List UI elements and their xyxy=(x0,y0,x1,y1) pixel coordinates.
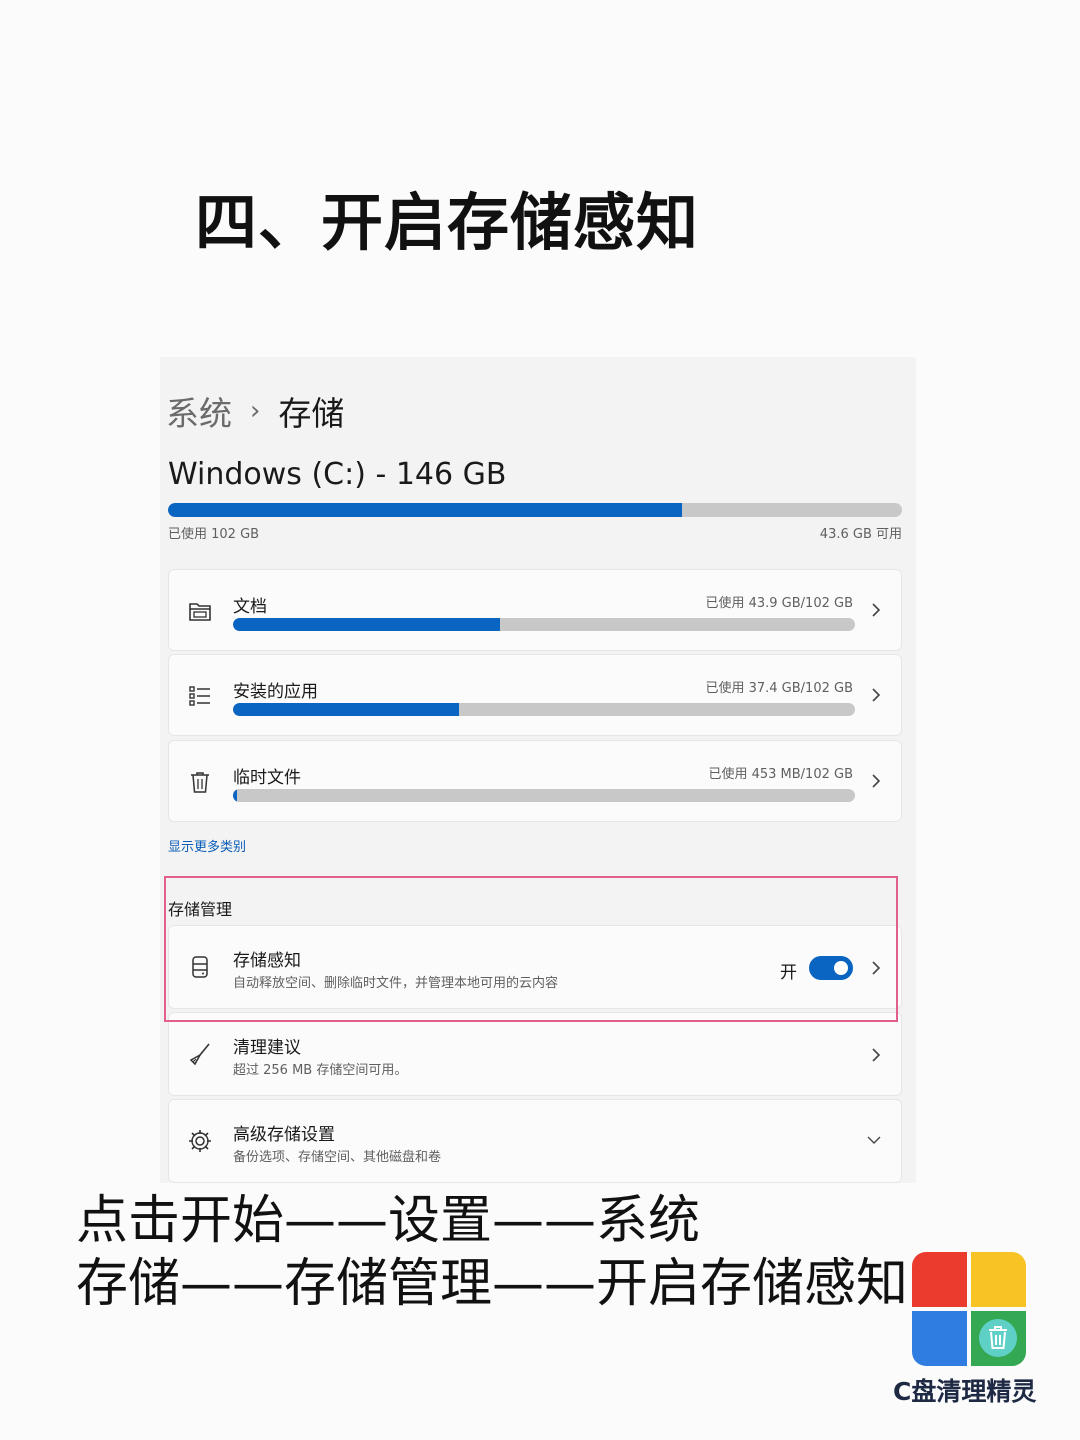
category-usage-bar xyxy=(233,789,855,802)
category-usage: 已使用 37.4 GB/102 GB xyxy=(705,681,853,696)
chevron-down-icon xyxy=(867,1136,881,1144)
storage-drive-icon xyxy=(192,956,208,978)
category-usage-fill xyxy=(233,618,501,631)
settings-panel: 系统 › 存储 Windows (C:) - 146 GB 已使用 102 GB… xyxy=(160,357,916,1183)
category-usage-bar xyxy=(233,618,855,631)
category-usage-fill xyxy=(233,703,459,716)
breadcrumb-separator: › xyxy=(250,396,261,426)
chevron-right-icon xyxy=(872,688,881,702)
advanced-storage-settings-row[interactable]: 高级存储设置 备份选项、存储空间、其他磁盘和卷 xyxy=(168,1099,902,1183)
category-usage: 已使用 453 MB/102 GB xyxy=(708,767,853,782)
breadcrumb-parent[interactable]: 系统 xyxy=(166,387,232,435)
drive-used-text: 已使用 102 GB xyxy=(168,527,260,542)
gear-icon xyxy=(189,1130,211,1152)
category-label: 临时文件 xyxy=(233,768,301,788)
breadcrumb: 系统 › 存储 xyxy=(166,387,344,435)
storage-sense-row[interactable]: 存储感知 自动释放空间、删除临时文件，并管理本地可用的云内容 开 xyxy=(168,925,902,1009)
storage-sense-toggle[interactable] xyxy=(809,956,853,980)
trash-icon xyxy=(191,772,209,793)
category-usage-bar xyxy=(233,703,855,716)
cleaner-logo xyxy=(912,1252,1026,1366)
chevron-right-icon xyxy=(872,1048,881,1062)
instruction-line-2: 存储——存储管理——开启存储感知 xyxy=(76,1254,909,1314)
advanced-title: 高级存储设置 xyxy=(233,1125,335,1145)
category-usage-fill xyxy=(233,789,237,802)
chevron-right-icon xyxy=(872,774,881,788)
drive-title: Windows (C:) - 146 GB xyxy=(168,457,507,492)
broom-icon xyxy=(189,1043,210,1066)
toggle-state-label: 开 xyxy=(780,963,797,983)
cleanup-recommendations-row[interactable]: 清理建议 超过 256 MB 存储空间可用。 xyxy=(168,1012,902,1096)
category-label: 文档 xyxy=(233,597,267,617)
cleanup-title: 清理建议 xyxy=(233,1038,301,1058)
folder-icon xyxy=(189,603,211,621)
category-usage: 已使用 43.9 GB/102 GB xyxy=(705,596,853,611)
category-apps[interactable]: 安装的应用 已使用 37.4 GB/102 GB xyxy=(168,654,902,736)
list-icon xyxy=(189,686,210,706)
show-more-categories-link[interactable]: 显示更多类别 xyxy=(168,836,246,855)
storage-sense-subtitle: 自动释放空间、删除临时文件，并管理本地可用的云内容 xyxy=(233,976,559,991)
cleanup-subtitle: 超过 256 MB 存储空间可用。 xyxy=(233,1063,408,1078)
drive-usage-bar xyxy=(168,503,902,517)
drive-usage-fill xyxy=(168,503,682,517)
advanced-subtitle: 备份选项、存储空间、其他磁盘和卷 xyxy=(233,1150,442,1165)
toggle-knob xyxy=(834,961,848,975)
storage-management-title: 存储管理 xyxy=(168,900,233,919)
chevron-right-icon xyxy=(872,961,881,975)
page-heading: 四、开启存储感知 xyxy=(195,186,700,259)
breadcrumb-current: 存储 xyxy=(278,394,345,433)
storage-sense-title: 存储感知 xyxy=(233,951,301,971)
category-temp-files[interactable]: 临时文件 已使用 453 MB/102 GB xyxy=(168,740,902,822)
chevron-right-icon xyxy=(872,603,881,617)
logo-text: C盘清理精灵 xyxy=(893,1377,1037,1406)
category-label: 安装的应用 xyxy=(233,682,318,702)
drive-free-text: 43.6 GB 可用 xyxy=(819,527,902,542)
category-documents[interactable]: 文档 已使用 43.9 GB/102 GB xyxy=(168,569,902,651)
